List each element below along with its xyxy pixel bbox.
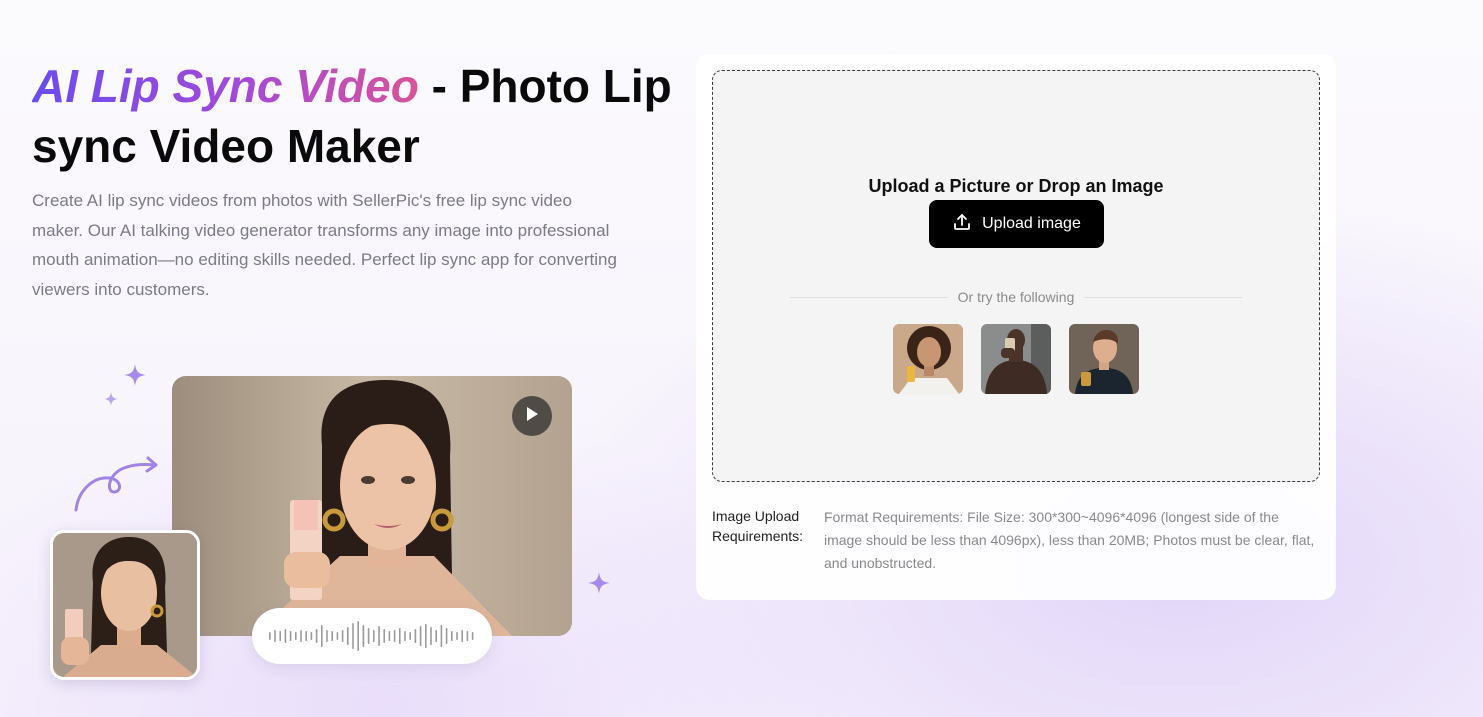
- source-photo-thumbnail: [50, 530, 200, 680]
- divider: Or try the following: [789, 289, 1243, 305]
- waveform-bar: [435, 630, 437, 642]
- waveform-bar: [461, 630, 463, 642]
- image-drop-zone[interactable]: Upload a Picture or Drop an Image Upload…: [712, 70, 1320, 482]
- waveform-bar: [274, 630, 276, 642]
- waveform-bar: [388, 631, 391, 641]
- waveform-bar: [451, 631, 453, 641]
- waveform-bar: [367, 628, 370, 644]
- waveform-bar: [456, 632, 458, 640]
- divider-line: [1084, 296, 1243, 298]
- waveform-bar: [352, 623, 354, 649]
- upload-panel: Upload a Picture or Drop an Image Upload…: [696, 54, 1336, 600]
- waveform-bar: [331, 631, 333, 641]
- waveform-bar: [295, 632, 297, 640]
- upload-button-label: Upload image: [982, 215, 1081, 232]
- waveform-bar: [440, 625, 443, 647]
- sample-images: [893, 324, 1139, 394]
- sparkle-icon: [588, 572, 610, 594]
- title-accent: AI Lip Sync Video: [32, 60, 419, 112]
- waveform-bar: [404, 631, 406, 641]
- waveform-bar: [315, 629, 318, 643]
- play-button[interactable]: [512, 396, 552, 436]
- audio-waveform-icon: [252, 608, 492, 664]
- waveform-bar: [425, 624, 427, 648]
- waveform-bar: [378, 626, 380, 646]
- upload-image-button[interactable]: Upload image: [929, 200, 1104, 248]
- divider-text: Or try the following: [957, 289, 1075, 305]
- waveform-bar: [409, 632, 411, 640]
- waveform-bar: [326, 630, 328, 642]
- sample-woman-curly-hair[interactable]: [893, 324, 963, 394]
- curved-arrow-icon: [70, 452, 162, 519]
- waveform-bar: [430, 627, 432, 645]
- waveform-bar: [321, 625, 323, 647]
- sample-man-dark-shirt[interactable]: [1069, 324, 1139, 394]
- waveform-bar: [336, 632, 339, 640]
- waveform-bar: [445, 628, 448, 644]
- waveform-bar: [393, 630, 396, 642]
- waveform-bar: [341, 630, 344, 642]
- waveform-bar: [414, 629, 417, 643]
- upload-icon: [952, 212, 972, 237]
- requirements-text: Format Requirements: File Size: 300*300~…: [824, 509, 1315, 571]
- waveform-bar: [289, 631, 292, 641]
- waveform-bar: [357, 621, 359, 651]
- waveform-bar: [419, 626, 422, 646]
- divider-line: [789, 296, 948, 298]
- waveform-bar: [279, 631, 281, 641]
- sparkle-icon: [124, 364, 146, 386]
- waveform-bar: [284, 629, 287, 643]
- drop-zone-title: Upload a Picture or Drop an Image: [868, 176, 1164, 196]
- waveform-bar: [399, 628, 401, 644]
- sparkle-icon: [104, 392, 118, 406]
- requirements-label: Image Upload Requirements:: [712, 508, 804, 544]
- waveform-bar: [300, 630, 302, 642]
- waveform-bar: [269, 632, 271, 640]
- waveform-bar: [466, 631, 469, 641]
- sample-man-bodybuilder[interactable]: [981, 324, 1051, 394]
- waveform-bar: [471, 632, 474, 640]
- waveform-bar: [347, 627, 349, 645]
- waveform-bar: [305, 631, 307, 641]
- waveform-bar: [383, 629, 385, 643]
- waveform-bar: [362, 625, 365, 647]
- page-title: AI Lip Sync Video - Photo Lip sync Video…: [32, 56, 672, 176]
- hero-description: Create AI lip sync videos from photos wi…: [32, 191, 617, 299]
- play-icon: [525, 406, 539, 427]
- waveform-bar: [310, 632, 313, 640]
- waveform-bar: [373, 630, 375, 642]
